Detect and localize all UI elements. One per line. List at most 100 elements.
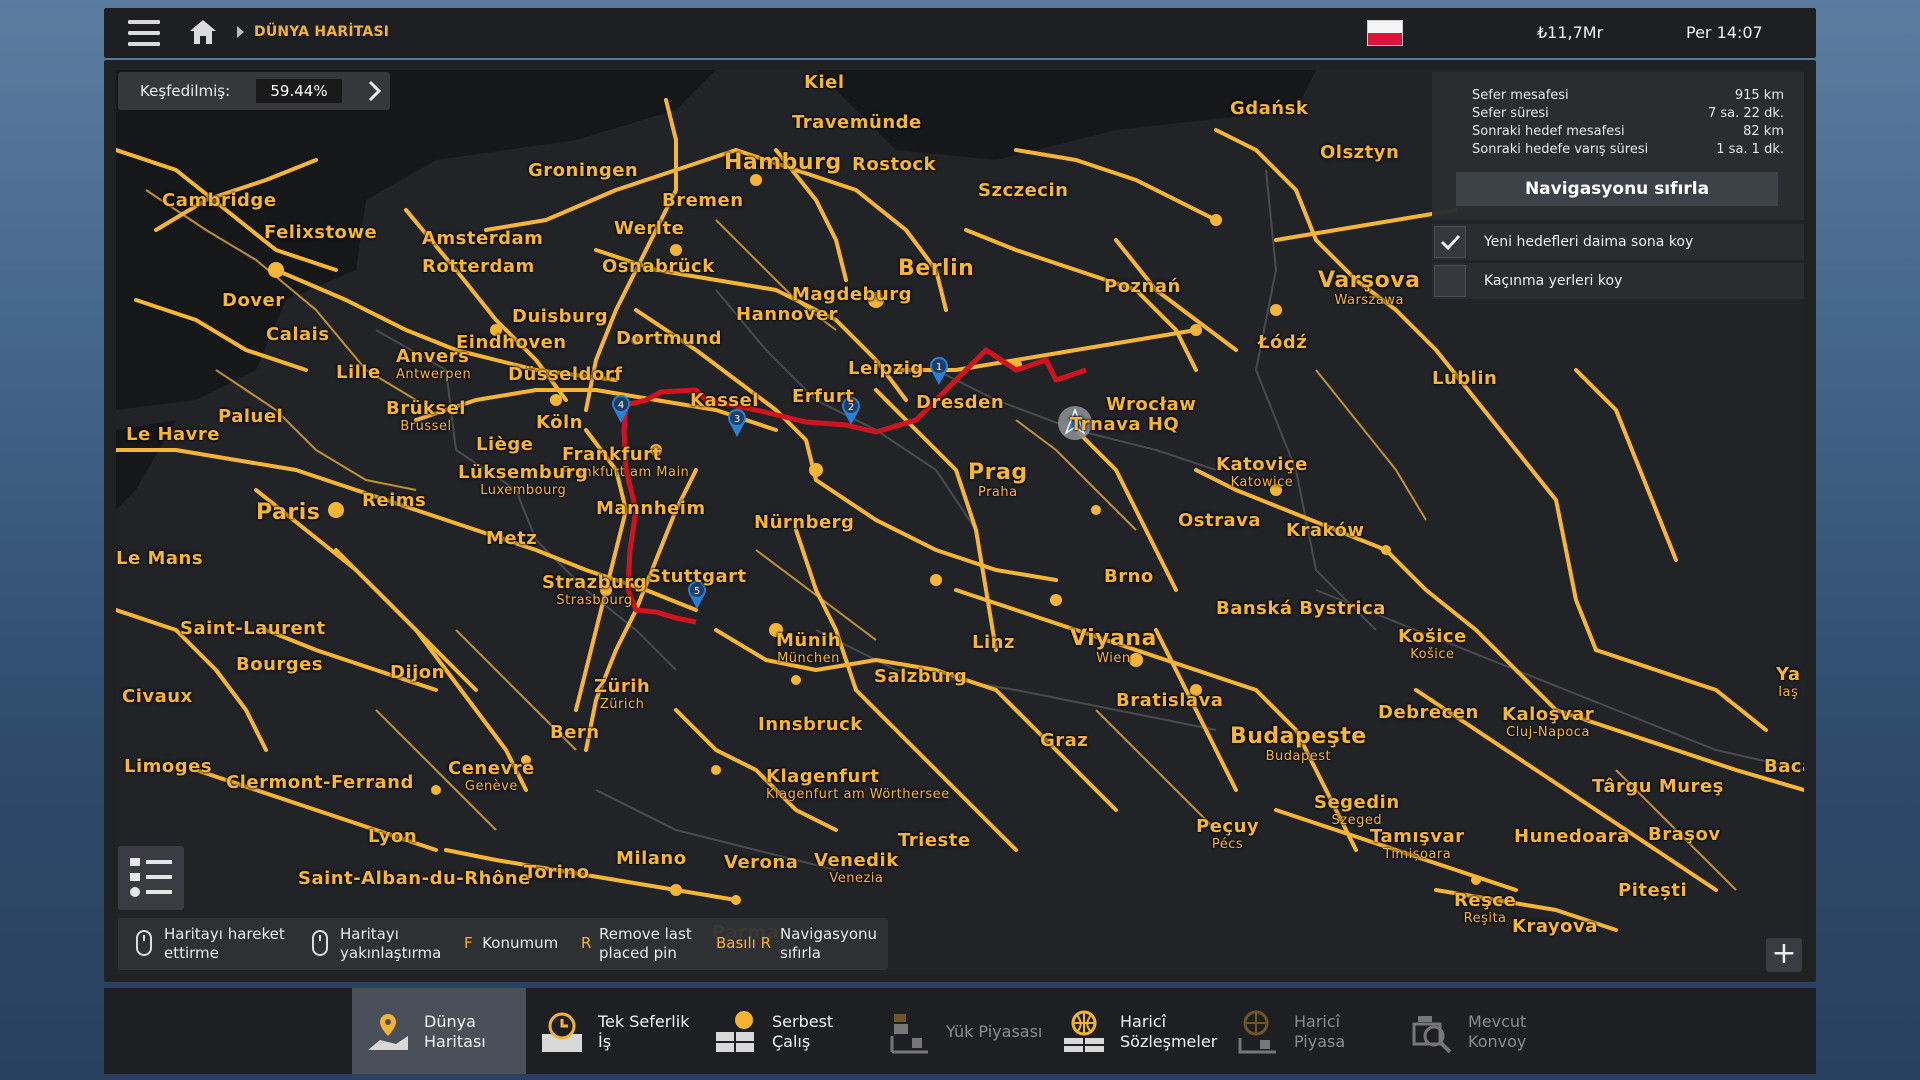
city-label: Ostrava — [1178, 510, 1262, 531]
city-label: Werlte — [614, 218, 685, 239]
city-label: Budapeşte Budapest — [1230, 724, 1367, 764]
city-label: Cenevre Genève — [448, 758, 535, 794]
tab-cargo-market[interactable]: Yük Piyasası — [874, 988, 1048, 1074]
city-label: Ya Iaş — [1776, 664, 1801, 700]
city-label: Braşov — [1648, 824, 1721, 845]
city-label: Graz — [1040, 730, 1089, 751]
city-label: Kaloşvar Cluj-Napoca — [1502, 704, 1595, 740]
nav-next-distance: Sonraki hedef mesafesi 82 km — [1472, 124, 1784, 139]
explored-label: Keşfedilmiş: — [140, 82, 231, 100]
legend-list-icon — [130, 858, 172, 897]
bottom-tab-bar: Dünya Haritası Tek Seferlik İş Serbest Ç… — [104, 988, 1816, 1074]
nav-trip-distance: Sefer mesafesi 915 km — [1472, 88, 1784, 103]
menu-icon[interactable] — [128, 20, 160, 46]
world-map-icon — [368, 1014, 408, 1050]
city-label: Saint-Alban-du-Rhône — [298, 868, 531, 889]
home-icon[interactable] — [188, 18, 218, 46]
city-label: Peçuy Pécs — [1196, 816, 1260, 852]
checkbox[interactable] — [1434, 226, 1466, 258]
tab-freelance[interactable]: Serbest Çalış — [700, 988, 874, 1074]
city-label: Bacău — [1764, 756, 1804, 777]
flag-icon — [1367, 20, 1403, 46]
game-clock: Per 14:07 — [1686, 23, 1763, 42]
city-label: Trieste — [898, 830, 971, 851]
city-label: Paris — [256, 500, 321, 525]
option-always-last[interactable]: Yeni hedefleri daima sona koy — [1432, 224, 1804, 260]
city-label: Kassel — [690, 390, 759, 411]
city-label: Tamışvar Timișoara — [1370, 826, 1465, 862]
freelance-icon — [716, 1011, 754, 1052]
city-label: Bremen — [662, 190, 744, 211]
city-label: Segedin Szeged — [1314, 792, 1400, 828]
city-label: Saint-Laurent — [180, 618, 326, 639]
city-label: Łódź — [1258, 332, 1308, 353]
city-label: Katoviçe Katowice — [1216, 454, 1308, 490]
cargo-market-icon — [890, 1014, 928, 1054]
city-label: Târgu Mureş — [1592, 776, 1724, 797]
city-label: Poznań — [1104, 276, 1181, 297]
stopwatch-icon — [542, 1012, 582, 1052]
city-label: Dresden — [916, 392, 1005, 413]
svg-text:3: 3 — [734, 414, 740, 425]
city-label: Magdeburg — [792, 284, 912, 305]
city-label: Le Mans — [116, 548, 204, 569]
breadcrumb-arrow-icon — [237, 26, 244, 38]
city-label: Köln — [536, 412, 583, 433]
city-label: Milano — [616, 848, 687, 869]
waypoint-pin-icon[interactable]: 4 — [610, 394, 632, 424]
chevron-right-icon[interactable] — [362, 79, 386, 103]
city-label: Varşova Warszawa — [1318, 268, 1421, 308]
reset-navigation-button[interactable]: Navigasyonu sıfırla — [1456, 172, 1778, 206]
city-label: Banská Bystrica — [1216, 598, 1386, 619]
city-label: Szczecin — [978, 180, 1069, 201]
waypoint-pin-icon[interactable]: 3 — [726, 408, 748, 438]
zoom-in-button[interactable]: + — [1766, 938, 1802, 972]
city-label: Reşce Reşita — [1454, 890, 1517, 926]
tab-one-time-job[interactable]: Tek Seferlik İş — [526, 988, 700, 1074]
city-label: Kiel — [804, 72, 845, 93]
mouse-icon — [136, 930, 152, 956]
mouse-scroll-icon — [312, 930, 328, 956]
city-label: Salzburg — [874, 666, 968, 687]
city-label: Clermont-Ferrand — [226, 772, 414, 793]
option-avoid-places[interactable]: Kaçınma yerleri koy — [1432, 263, 1804, 299]
city-label: Hannover — [736, 304, 839, 325]
city-label: Stuttgart — [648, 566, 747, 587]
city-label: Calais — [266, 324, 330, 345]
city-label: Košice Košice — [1398, 626, 1467, 662]
city-label: Lille — [336, 362, 381, 383]
svg-text:4: 4 — [618, 400, 624, 411]
hint-reset-navigation: Navigasyonu sıfırla — [780, 925, 878, 962]
svg-text:1: 1 — [936, 362, 942, 373]
city-label: Le Havre — [126, 424, 220, 445]
city-label: Hunedoara — [1514, 826, 1630, 847]
svg-text:5: 5 — [694, 586, 700, 597]
tab-current-convoy[interactable]: Mevcut Konvoy — [1396, 988, 1570, 1074]
city-label: Nürnberg — [754, 512, 855, 533]
globe-contract-icon — [1064, 1010, 1104, 1052]
city-label: Dortmund — [616, 328, 723, 349]
city-label: Cambridge — [162, 190, 277, 211]
city-label: Paluel — [218, 406, 284, 427]
city-label: Groningen — [528, 160, 639, 181]
waypoint-pin-icon[interactable]: 1 — [928, 356, 950, 386]
city-label: Osnabrück — [602, 256, 715, 277]
city-label: Düsseldorf — [508, 364, 623, 385]
city-label: Wrocław — [1106, 394, 1197, 415]
city-label: Leipzig — [848, 358, 924, 379]
city-label: Kraków — [1286, 520, 1365, 541]
checkbox[interactable] — [1434, 265, 1466, 297]
nav-trip-duration: Sefer süresi 7 sa. 22 dk. — [1472, 106, 1784, 121]
city-label: Prag Praha — [968, 460, 1028, 500]
tab-external-contracts[interactable]: Haricî Sözleşmeler — [1048, 988, 1222, 1074]
city-label: Bern — [550, 722, 600, 743]
city-label: Rostock — [852, 154, 937, 175]
tab-external-market[interactable]: Haricî Piyasa — [1222, 988, 1396, 1074]
map-legend-button[interactable] — [118, 846, 184, 910]
city-label: Bourges — [236, 654, 324, 675]
city-label: Rotterdam — [422, 256, 535, 277]
tab-world-map[interactable]: Dünya Haritası — [352, 988, 526, 1074]
city-label: Gdańsk — [1230, 98, 1309, 119]
hint-location: F Konumum — [464, 934, 559, 952]
city-label: Amsterdam — [422, 228, 544, 249]
